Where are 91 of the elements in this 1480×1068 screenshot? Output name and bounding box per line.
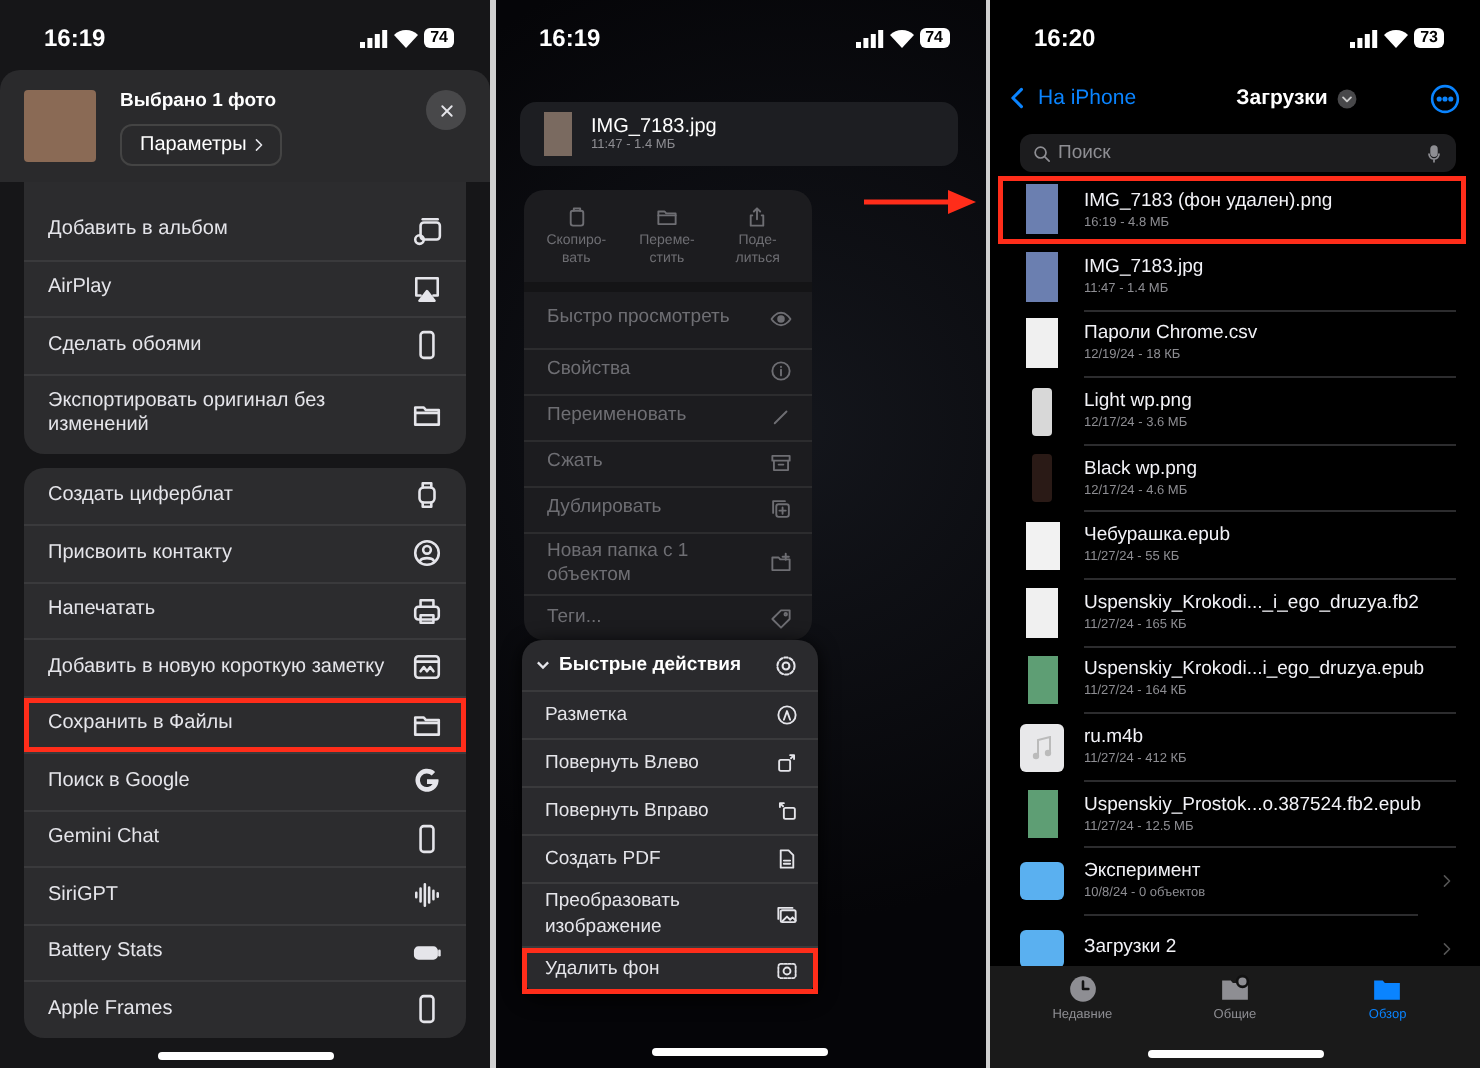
share-action[interactable]: Battery Stats	[24, 923, 466, 980]
folder-icon	[1020, 862, 1064, 901]
music-note-icon	[1032, 735, 1052, 760]
duplicate-icon	[769, 498, 791, 520]
dropdown-icon	[1335, 87, 1358, 109]
signal-icon	[1350, 29, 1379, 47]
rotate-left-icon	[775, 752, 797, 775]
chevron-icon	[1438, 872, 1456, 891]
share-action[interactable]: Gemini Chat	[24, 809, 466, 866]
chevron-icon	[1438, 939, 1456, 958]
share-action[interactable]: Присвоить контакту	[24, 524, 466, 581]
status-time: 16:20	[1034, 24, 1098, 52]
image-thumbnail	[1032, 387, 1052, 436]
gear-icon	[773, 653, 797, 678]
share-action[interactable]: SiriGPT	[24, 866, 466, 923]
selection-title: Выбрано 1 фото	[120, 90, 279, 112]
more-icon	[1430, 83, 1460, 113]
quick-action[interactable]: Преобразовать изображение	[521, 882, 817, 946]
wifi-icon	[394, 29, 419, 47]
folder-icon	[655, 206, 678, 228]
photo-placeholder	[24, 90, 96, 162]
battery-level: 73	[1414, 28, 1444, 48]
airplay-icon	[412, 273, 442, 304]
share-action[interactable]: Создать циферблат	[24, 467, 466, 524]
image-thumbnail	[1032, 454, 1052, 503]
battery-level: 74	[424, 28, 454, 48]
close-button[interactable]	[426, 90, 466, 130]
folder-icon	[1372, 974, 1403, 1004]
waveform-icon	[412, 880, 442, 911]
document-thumbnail	[1026, 587, 1058, 638]
person-circle-icon	[412, 538, 442, 569]
share-action[interactable]: Напечатать	[24, 581, 466, 638]
clock-icon	[1067, 974, 1098, 1004]
folder-icon	[1020, 929, 1064, 966]
cover-placeholder	[1027, 655, 1057, 704]
quick-action[interactable]: Разметка	[521, 690, 817, 739]
more-button[interactable]	[1430, 83, 1460, 113]
signal-icon	[360, 29, 389, 47]
quick-action[interactable]: Повернуть Влево	[521, 738, 817, 787]
share-action[interactable]: Добавить в новую короткую заметку	[24, 638, 466, 695]
quick-actions-header[interactable]: Быстрые действия	[521, 640, 817, 691]
folder-plus-icon	[769, 552, 791, 575]
printer-icon	[412, 595, 442, 626]
microphone-icon	[1424, 143, 1444, 163]
signal-icon	[855, 29, 884, 47]
options-button[interactable]: Параметры	[120, 124, 283, 166]
cutout-icon	[775, 959, 797, 982]
watch-icon	[412, 480, 442, 511]
book-thumbnail	[1025, 521, 1059, 570]
search-field[interactable]: Поиск	[1020, 134, 1456, 172]
close-icon	[435, 99, 457, 121]
cover-placeholder	[1027, 790, 1057, 839]
quick-action[interactable]: Повернуть Вправо	[521, 786, 817, 835]
clipboard-icon	[565, 206, 588, 228]
wifi-icon	[1384, 29, 1409, 47]
photo-placeholder	[1026, 251, 1058, 302]
share-action[interactable]: Добавить в альбом	[24, 202, 466, 259]
pencil-icon	[769, 406, 791, 428]
album-icon	[412, 215, 442, 246]
rotate-right-icon	[775, 800, 797, 823]
share-action[interactable]: AirPlay	[24, 259, 466, 316]
folder-title[interactable]: Загрузки	[1136, 86, 1430, 110]
file-name: IMG_7183.jpg	[591, 116, 717, 138]
photo-placeholder	[1026, 184, 1058, 235]
chevron-icon	[533, 656, 551, 675]
images-icon	[775, 904, 797, 927]
wifi-icon	[889, 29, 914, 47]
photo-placeholder	[543, 112, 571, 156]
share-icon	[746, 206, 769, 228]
back-button[interactable]: На iPhone	[1006, 86, 1137, 110]
document-thumbnail	[1026, 318, 1058, 369]
share-action[interactable]: Apple Frames	[24, 980, 466, 1037]
share-action[interactable]: Сделать обоями	[24, 316, 466, 373]
share-action[interactable]: Поиск в Google	[24, 752, 466, 809]
pointer-arrow	[864, 190, 976, 214]
markup-icon	[775, 704, 797, 727]
archive-box-icon	[769, 452, 791, 474]
eye-icon	[769, 308, 791, 330]
note-icon	[412, 652, 442, 683]
quick-action[interactable]: Создать PDF	[521, 834, 817, 883]
battery-level: 74	[919, 28, 949, 48]
status-time: 16:19	[539, 24, 603, 52]
document-icon	[775, 848, 797, 871]
letter-g-icon	[412, 766, 442, 797]
share-action[interactable]: Сохранить в Файлы	[24, 695, 466, 752]
shared-folder-icon	[1219, 974, 1250, 1004]
tag-icon	[769, 607, 791, 630]
share-action[interactable]: Экспортировать оригинал без изменений	[24, 373, 466, 453]
info-icon	[769, 360, 791, 382]
quick-action[interactable]: Удалить фон	[521, 945, 817, 994]
status-time: 16:19	[44, 24, 108, 52]
